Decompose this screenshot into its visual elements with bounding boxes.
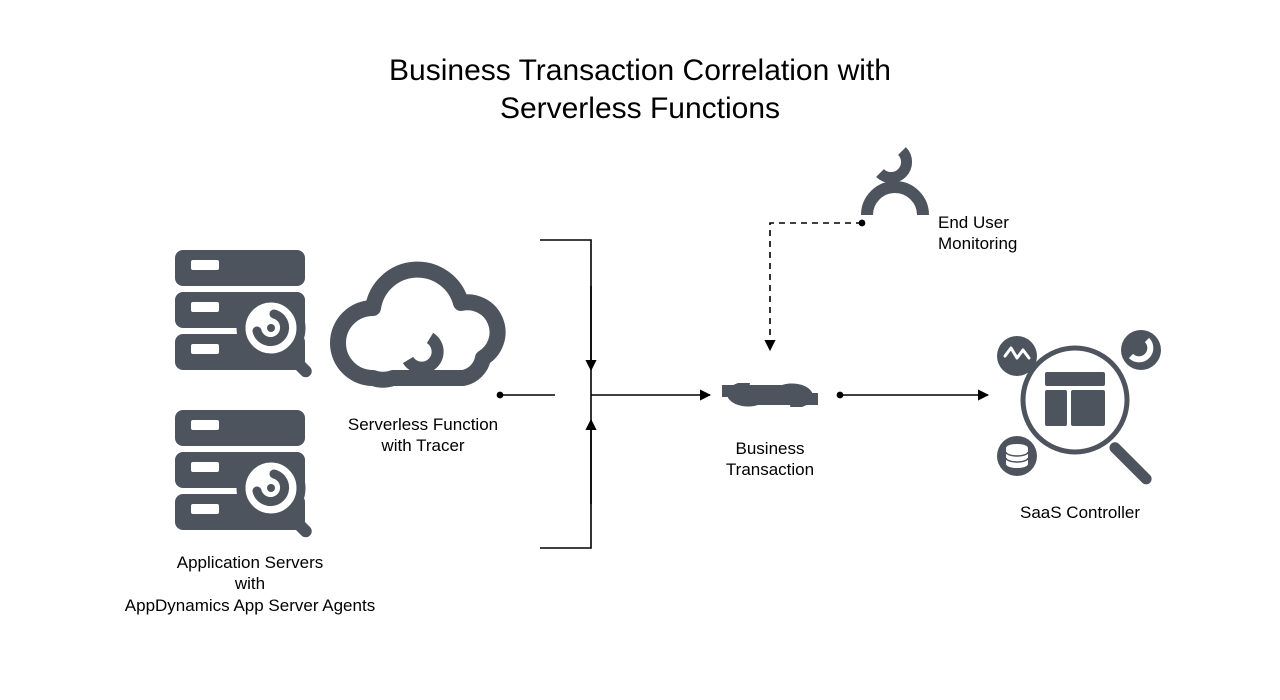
eum-label-l1: End User	[938, 213, 1009, 232]
app-servers-label-l1: Application Servers	[177, 553, 323, 572]
server-stack-bottom-icon	[175, 410, 314, 540]
business-tx-label: Business Transaction	[700, 438, 840, 481]
app-servers-label: Application Servers with AppDynamics App…	[120, 552, 380, 616]
serverless-label-l2: with Tracer	[381, 436, 464, 455]
saas-label: SaaS Controller	[995, 502, 1165, 523]
eum-to-bt-dashed-line	[770, 223, 862, 350]
business-transaction-icon	[722, 383, 818, 407]
eum-label-l2: Monitoring	[938, 234, 1017, 253]
saas-controller-icon	[997, 330, 1161, 487]
cloud-tracer-icon	[338, 270, 498, 380]
serverless-label-l1: Serverless Function	[348, 415, 498, 434]
server-stack-top-icon	[175, 250, 314, 380]
end-user-icon	[867, 151, 923, 215]
saas-label-text: SaaS Controller	[1020, 503, 1140, 522]
business-tx-label-l1: Business	[736, 439, 805, 458]
eum-label: End User Monitoring	[938, 212, 1078, 255]
app-servers-label-l3: AppDynamics App Server Agents	[125, 596, 375, 615]
merge-bracket-line	[540, 240, 591, 548]
business-tx-label-l2: Transaction	[726, 460, 814, 479]
app-servers-label-l2: with	[235, 574, 265, 593]
serverless-label: Serverless Function with Tracer	[338, 414, 508, 457]
